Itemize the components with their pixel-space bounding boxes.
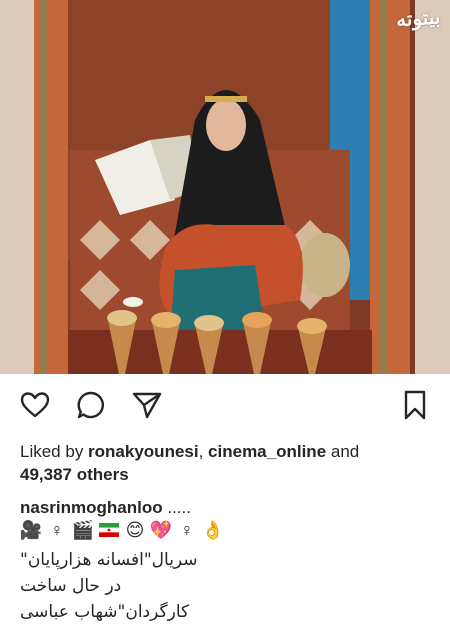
caption-line-1: سریال"افسانه هزارپایان" [20,550,198,570]
likes-separator: , [198,442,209,461]
bookmark-icon [404,390,426,420]
liker-link-2[interactable]: cinema_online [208,442,326,461]
likes-prefix: Liked by [20,442,89,461]
likes-summary: Liked by ronakyounesi, cinema_online and… [20,440,435,486]
watermark-logo: بیتوته [394,4,441,32]
comment-button[interactable] [74,388,108,422]
liker-link-1[interactable]: ronakyounesi [88,442,199,461]
smiling-face-emoji: 😊 [125,519,145,540]
caption-line-3: کارگردان"شهاب عباسی [20,602,190,622]
likes-count-link[interactable]: 49,387 others [20,465,129,484]
paper-plane-icon [132,392,162,419]
iran-flag-emoji [98,519,120,541]
caption-text: ..... [162,498,191,517]
post-photo[interactable]: بیتوته [0,0,450,374]
share-button[interactable] [130,388,164,422]
action-bar [0,382,450,428]
ok-hand-emoji: 👌 [201,519,225,540]
caption-line-2: در حال ساخت [20,576,122,596]
photo-illustration [0,0,450,374]
caption-username[interactable]: nasrinmoghanloo [20,498,163,517]
heart-icon [20,392,50,418]
sparkling-heart-emoji: 💖 [149,519,173,540]
female-sign-emoji: ♀ [50,519,64,540]
caption-emojis: 🎥 ♀ 🎬 😊 💖 ♀ 👌 [20,518,224,542]
female-sign-emoji-2: ♀ [180,519,194,540]
clapper-board-emoji: 🎬 [71,519,95,540]
iran-flag-icon [99,523,119,537]
likes-and: and [326,442,360,461]
comment-icon [77,391,104,419]
like-button[interactable] [18,388,52,422]
movie-camera-emoji: 🎥 [19,519,43,540]
caption-header: nasrinmoghanloo ..... [20,496,435,520]
save-button[interactable] [398,388,432,422]
